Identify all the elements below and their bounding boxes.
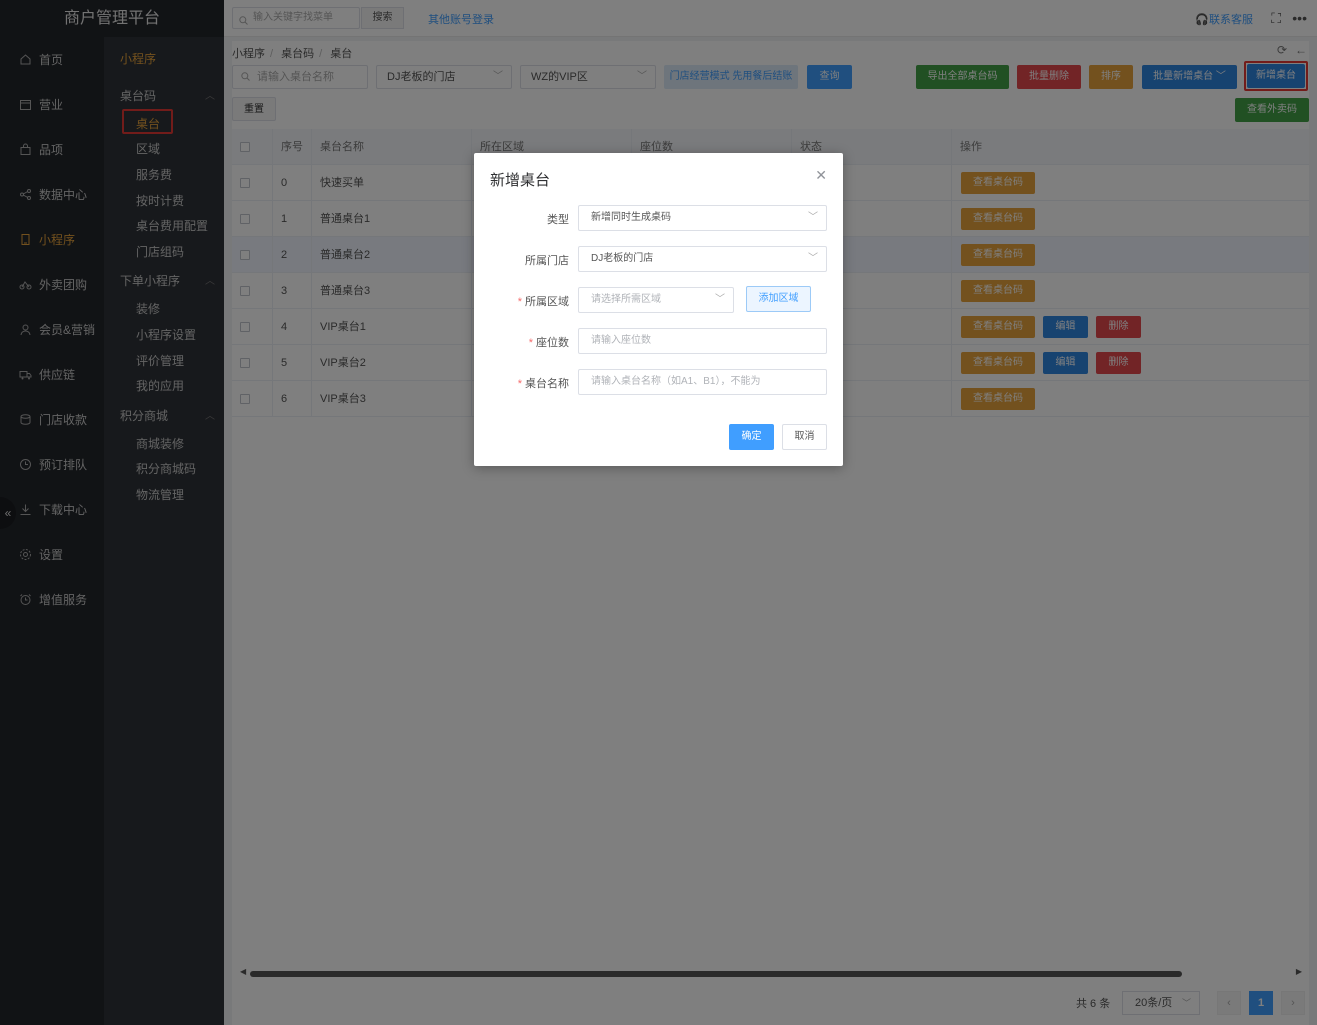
select-value: DJ老板的门店 — [591, 253, 654, 264]
label-text: 所属区域 — [525, 296, 569, 308]
label-text: 桌台名称 — [525, 378, 569, 390]
add-area-button[interactable]: 添加区域 — [746, 286, 811, 312]
add-table-dialog: 新增桌台 ✕ 类型 新增同时生成桌码 ﹀ 所属门店 DJ老板的门店 ﹀ * 所属区域 … — [474, 153, 843, 466]
table-name-label: * 桌台名称 — [518, 375, 569, 391]
table-name-input[interactable]: 请输入桌台名称（如A1、B1），不能为 — [578, 369, 827, 395]
chevron-down-icon: ﹀ — [808, 212, 818, 223]
cancel-button[interactable]: 取消 — [782, 424, 827, 450]
confirm-button[interactable]: 确定 — [729, 424, 774, 450]
input-placeholder: 请输入座位数 — [591, 335, 651, 346]
required-marker: * — [517, 296, 522, 308]
chevron-down-icon: ﹀ — [715, 294, 725, 305]
type-select[interactable]: 新增同时生成桌码 ﹀ — [578, 205, 827, 231]
select-value: 新增同时生成桌码 — [591, 212, 671, 223]
area-label: * 所属区域 — [518, 293, 569, 309]
close-icon[interactable]: ✕ — [815, 167, 827, 184]
select-placeholder: 请选择所需区域 — [591, 294, 661, 305]
label-text: 座位数 — [536, 337, 569, 349]
area-select[interactable]: 请选择所需区域 ﹀ — [578, 287, 734, 313]
required-marker: * — [528, 337, 533, 349]
seats-label: * 座位数 — [529, 334, 569, 350]
seats-input[interactable]: 请输入座位数 — [578, 328, 827, 354]
required-marker: * — [517, 378, 522, 390]
type-label: 类型 — [547, 214, 569, 226]
input-placeholder: 请输入桌台名称（如A1、B1），不能为 — [591, 376, 761, 387]
chevron-down-icon: ﹀ — [808, 253, 818, 264]
store-select[interactable]: DJ老板的门店 ﹀ — [578, 246, 827, 272]
dialog-title: 新增桌台 — [490, 172, 551, 189]
store-label: 所属门店 — [525, 255, 569, 267]
